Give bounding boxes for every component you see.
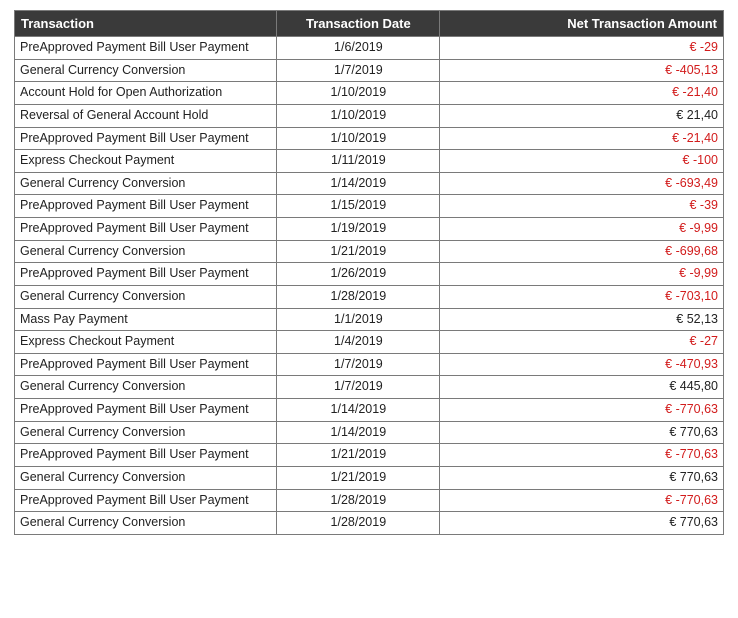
cell-amount: € 770,63 — [440, 466, 724, 489]
cell-transaction: Account Hold for Open Authorization — [15, 82, 277, 105]
cell-amount: € -21,40 — [440, 82, 724, 105]
cell-amount: € 445,80 — [440, 376, 724, 399]
cell-transaction: General Currency Conversion — [15, 466, 277, 489]
cell-amount: € -693,49 — [440, 172, 724, 195]
cell-transaction: General Currency Conversion — [15, 376, 277, 399]
cell-date: 1/7/2019 — [277, 353, 440, 376]
cell-transaction: PreApproved Payment Bill User Payment — [15, 444, 277, 467]
cell-transaction: General Currency Conversion — [15, 172, 277, 195]
cell-amount: € -39 — [440, 195, 724, 218]
table-row: PreApproved Payment Bill User Payment1/2… — [15, 444, 724, 467]
cell-date: 1/6/2019 — [277, 37, 440, 60]
header-amount: Net Transaction Amount — [440, 11, 724, 37]
cell-transaction: Express Checkout Payment — [15, 331, 277, 354]
table-row: General Currency Conversion1/28/2019€ -7… — [15, 285, 724, 308]
cell-date: 1/28/2019 — [277, 285, 440, 308]
table-row: General Currency Conversion1/7/2019€ 445… — [15, 376, 724, 399]
cell-transaction: PreApproved Payment Bill User Payment — [15, 195, 277, 218]
cell-date: 1/21/2019 — [277, 444, 440, 467]
cell-date: 1/28/2019 — [277, 489, 440, 512]
table-row: PreApproved Payment Bill User Payment1/1… — [15, 399, 724, 422]
cell-amount: € -100 — [440, 150, 724, 173]
cell-date: 1/1/2019 — [277, 308, 440, 331]
cell-transaction: PreApproved Payment Bill User Payment — [15, 353, 277, 376]
cell-date: 1/10/2019 — [277, 82, 440, 105]
table-header: Transaction Transaction Date Net Transac… — [15, 11, 724, 37]
cell-date: 1/7/2019 — [277, 376, 440, 399]
cell-date: 1/7/2019 — [277, 59, 440, 82]
cell-transaction: PreApproved Payment Bill User Payment — [15, 263, 277, 286]
cell-amount: € 770,63 — [440, 512, 724, 535]
cell-transaction: General Currency Conversion — [15, 59, 277, 82]
cell-date: 1/14/2019 — [277, 399, 440, 422]
cell-date: 1/14/2019 — [277, 172, 440, 195]
cell-amount: € -405,13 — [440, 59, 724, 82]
cell-date: 1/21/2019 — [277, 240, 440, 263]
table-row: PreApproved Payment Bill User Payment1/2… — [15, 263, 724, 286]
cell-amount: € -770,63 — [440, 489, 724, 512]
cell-date: 1/4/2019 — [277, 331, 440, 354]
table-row: PreApproved Payment Bill User Payment1/6… — [15, 37, 724, 60]
cell-transaction: General Currency Conversion — [15, 512, 277, 535]
header-transaction: Transaction — [15, 11, 277, 37]
cell-transaction: General Currency Conversion — [15, 285, 277, 308]
cell-date: 1/26/2019 — [277, 263, 440, 286]
table-row: General Currency Conversion1/28/2019€ 77… — [15, 512, 724, 535]
cell-amount: € -770,63 — [440, 444, 724, 467]
table-row: Mass Pay Payment1/1/2019€ 52,13 — [15, 308, 724, 331]
cell-amount: € -703,10 — [440, 285, 724, 308]
cell-date: 1/19/2019 — [277, 218, 440, 241]
cell-transaction: PreApproved Payment Bill User Payment — [15, 37, 277, 60]
table-row: Express Checkout Payment1/4/2019€ -27 — [15, 331, 724, 354]
cell-date: 1/21/2019 — [277, 466, 440, 489]
cell-transaction: PreApproved Payment Bill User Payment — [15, 218, 277, 241]
cell-amount: € -29 — [440, 37, 724, 60]
header-date: Transaction Date — [277, 11, 440, 37]
table-row: General Currency Conversion1/14/2019€ 77… — [15, 421, 724, 444]
table-row: PreApproved Payment Bill User Payment1/1… — [15, 218, 724, 241]
table-row: Account Hold for Open Authorization1/10/… — [15, 82, 724, 105]
cell-transaction: PreApproved Payment Bill User Payment — [15, 399, 277, 422]
cell-date: 1/15/2019 — [277, 195, 440, 218]
table-row: PreApproved Payment Bill User Payment1/7… — [15, 353, 724, 376]
cell-date: 1/11/2019 — [277, 150, 440, 173]
cell-transaction: General Currency Conversion — [15, 240, 277, 263]
table-row: PreApproved Payment Bill User Payment1/1… — [15, 195, 724, 218]
cell-date: 1/10/2019 — [277, 127, 440, 150]
table-row: PreApproved Payment Bill User Payment1/2… — [15, 489, 724, 512]
cell-date: 1/10/2019 — [277, 104, 440, 127]
cell-transaction: Reversal of General Account Hold — [15, 104, 277, 127]
cell-amount: € -470,93 — [440, 353, 724, 376]
cell-date: 1/14/2019 — [277, 421, 440, 444]
cell-transaction: General Currency Conversion — [15, 421, 277, 444]
table-body: PreApproved Payment Bill User Payment1/6… — [15, 37, 724, 535]
cell-transaction: Mass Pay Payment — [15, 308, 277, 331]
cell-amount: € -770,63 — [440, 399, 724, 422]
table-row: PreApproved Payment Bill User Payment1/1… — [15, 127, 724, 150]
cell-amount: € -21,40 — [440, 127, 724, 150]
table-row: Reversal of General Account Hold1/10/201… — [15, 104, 724, 127]
table-row: General Currency Conversion1/21/2019€ 77… — [15, 466, 724, 489]
transactions-table: Transaction Transaction Date Net Transac… — [14, 10, 724, 535]
cell-amount: € -9,99 — [440, 218, 724, 241]
cell-amount: € -699,68 — [440, 240, 724, 263]
cell-transaction: PreApproved Payment Bill User Payment — [15, 127, 277, 150]
table-row: General Currency Conversion1/7/2019€ -40… — [15, 59, 724, 82]
cell-amount: € 21,40 — [440, 104, 724, 127]
cell-amount: € -9,99 — [440, 263, 724, 286]
cell-amount: € 770,63 — [440, 421, 724, 444]
table-row: General Currency Conversion1/14/2019€ -6… — [15, 172, 724, 195]
cell-amount: € -27 — [440, 331, 724, 354]
table-row: Express Checkout Payment1/11/2019€ -100 — [15, 150, 724, 173]
cell-transaction: PreApproved Payment Bill User Payment — [15, 489, 277, 512]
cell-amount: € 52,13 — [440, 308, 724, 331]
table-row: General Currency Conversion1/21/2019€ -6… — [15, 240, 724, 263]
cell-transaction: Express Checkout Payment — [15, 150, 277, 173]
cell-date: 1/28/2019 — [277, 512, 440, 535]
